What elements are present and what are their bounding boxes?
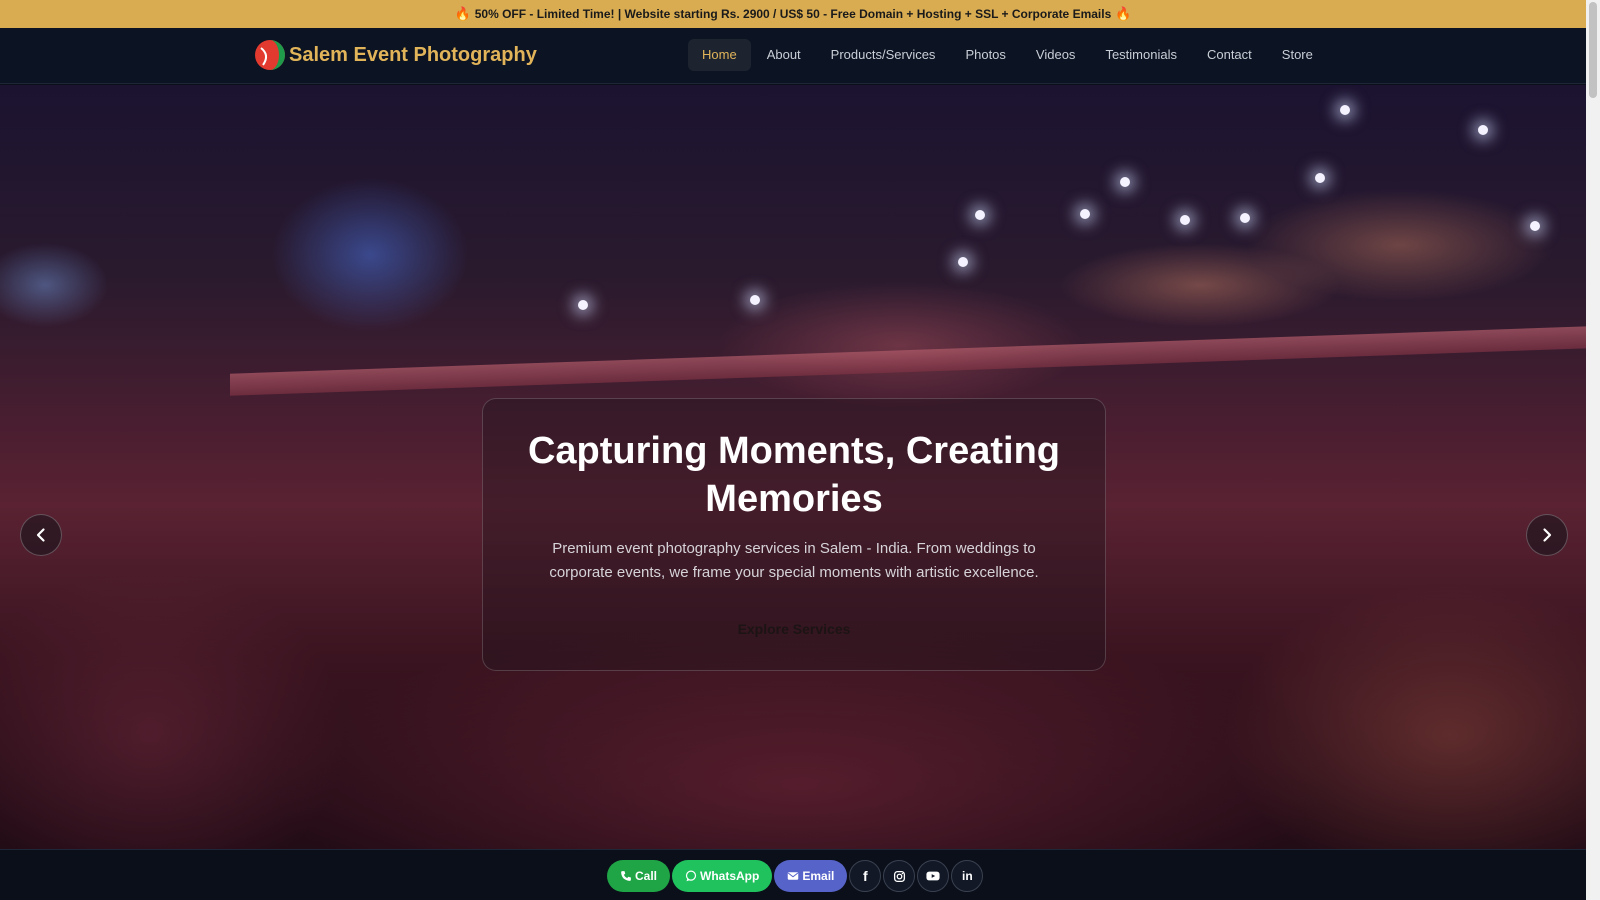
phone-light: [1080, 209, 1090, 219]
linkedin-button[interactable]: in: [951, 860, 984, 892]
hero-subtitle: Premium event photography services in Sa…: [549, 540, 1039, 581]
whatsapp-button[interactable]: WhatsApp: [672, 860, 773, 892]
chevron-right-icon: [1543, 528, 1552, 542]
hero-title: Capturing Moments, Creating Memories: [527, 430, 1061, 520]
call-button[interactable]: Call: [607, 860, 671, 892]
facebook-button[interactable]: f: [849, 860, 882, 892]
explore-services-button[interactable]: Explore Services: [722, 615, 867, 643]
phone-light: [578, 300, 588, 310]
email-label: Email: [802, 869, 835, 883]
promo-text: 50% OFF - Limited Time! | Website starti…: [474, 7, 1112, 21]
nav-store[interactable]: Store: [1268, 39, 1327, 71]
phone-light: [1315, 173, 1325, 183]
instagram-icon: [893, 870, 905, 882]
page-scrollbar[interactable]: [1586, 0, 1600, 900]
linkedin-icon: in: [962, 869, 973, 883]
phone-light: [750, 295, 760, 305]
carousel-prev-button[interactable]: [20, 514, 62, 556]
call-label: Call: [635, 869, 658, 883]
promo-banner: 🔥 50% OFF - Limited Time! | Website star…: [0, 0, 1586, 28]
phone-light: [1340, 105, 1350, 115]
nav-contact[interactable]: Contact: [1193, 39, 1266, 71]
whatsapp-icon: [685, 870, 697, 882]
instagram-button[interactable]: [883, 860, 916, 892]
youtube-button[interactable]: [917, 860, 950, 892]
brand-name: Salem Event Photography: [289, 43, 537, 66]
contact-actions: Call WhatsApp Email f in: [607, 860, 984, 892]
phone-light: [1180, 215, 1190, 225]
fire-icon: 🔥: [1115, 6, 1132, 21]
phone-light: [1478, 125, 1488, 135]
brand-link[interactable]: Salem Event Photography: [253, 38, 537, 72]
nav-photos[interactable]: Photos: [951, 39, 1019, 71]
whatsapp-label: WhatsApp: [700, 869, 760, 883]
envelope-icon: [788, 872, 799, 880]
fire-icon: 🔥: [454, 6, 471, 21]
nav-about[interactable]: About: [753, 39, 815, 71]
scrollbar-thumb[interactable]: [1589, 2, 1597, 98]
phone-light: [1120, 177, 1130, 187]
youtube-icon: [926, 871, 940, 881]
phone-light: [958, 257, 968, 267]
hero-background-balcony: [230, 326, 1586, 396]
contact-bar: Call WhatsApp Email f in: [0, 849, 1586, 900]
nav-videos[interactable]: Videos: [1022, 39, 1090, 71]
carousel-next-button[interactable]: [1526, 514, 1568, 556]
main-nav: Home About Products/Services Photos Vide…: [688, 39, 1329, 71]
phone-light: [975, 210, 985, 220]
phone-icon: [621, 871, 631, 881]
nav-testimonials[interactable]: Testimonials: [1091, 39, 1191, 71]
email-button[interactable]: Email: [774, 860, 848, 892]
chevron-left-icon: [36, 528, 45, 542]
phone-light: [1530, 221, 1540, 231]
navbar: Salem Event Photography Home About Produ…: [0, 28, 1586, 84]
hero-card: Capturing Moments, Creating Memories Pre…: [482, 398, 1106, 671]
nav-products-services[interactable]: Products/Services: [817, 39, 950, 71]
nav-home[interactable]: Home: [688, 39, 751, 71]
facebook-icon: f: [863, 868, 868, 884]
brand-logo-icon: [255, 40, 285, 70]
phone-light: [1240, 213, 1250, 223]
